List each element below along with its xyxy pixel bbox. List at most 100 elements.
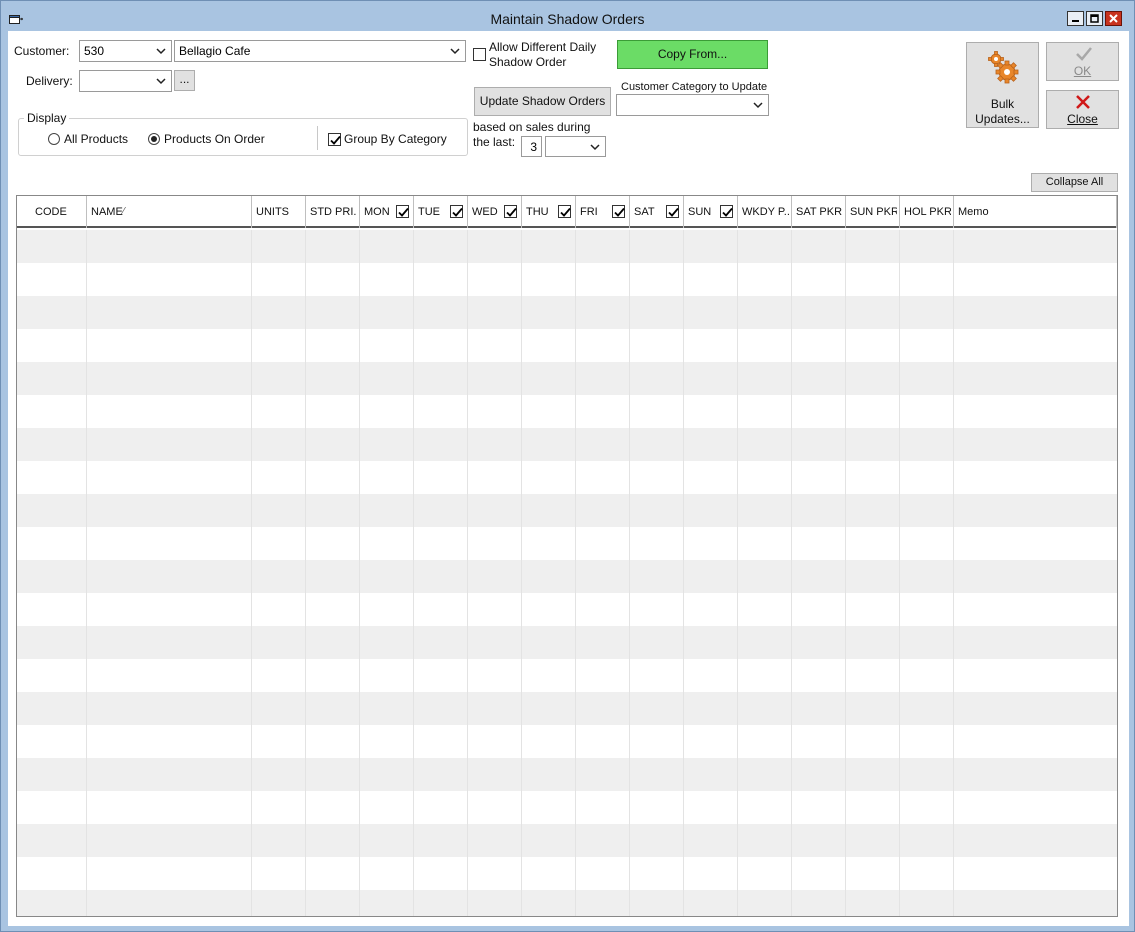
table-row[interactable] <box>17 692 1117 725</box>
customer-name-select[interactable]: Bellagio Cafe <box>174 40 466 62</box>
column-sat-checkbox[interactable] <box>666 205 679 218</box>
close-icon <box>1109 14 1118 23</box>
grid-column-divider <box>683 230 684 916</box>
column-header-label: SUN PKR <box>850 206 897 218</box>
all-products-radio[interactable] <box>48 133 60 145</box>
bulk-updates-button[interactable]: Bulk Updates... <box>966 42 1039 128</box>
ok-button[interactable]: OK <box>1046 42 1119 81</box>
table-row[interactable] <box>17 362 1117 395</box>
table-row[interactable] <box>17 626 1117 659</box>
column-header-label: Memo <box>958 206 989 218</box>
grid-column-divider <box>791 230 792 916</box>
column-header-std_price[interactable]: STD PRI... <box>306 196 360 228</box>
column-header-label: CODE <box>35 206 67 218</box>
table-row[interactable] <box>17 791 1117 824</box>
products-on-order-radio[interactable] <box>148 133 160 145</box>
grid-column-divider <box>305 230 306 916</box>
title-bar: Maintain Shadow Orders <box>1 1 1134 31</box>
table-row[interactable] <box>17 461 1117 494</box>
client-area: Customer: 530 Bellagio Cafe Delivery: ..… <box>8 31 1129 926</box>
table-row[interactable] <box>17 824 1117 857</box>
minimize-button[interactable] <box>1067 11 1084 26</box>
window-title: Maintain Shadow Orders <box>490 11 645 27</box>
column-header-code[interactable]: CODE <box>17 196 87 228</box>
customer-category-select[interactable] <box>616 94 769 116</box>
column-header-sun_pkr[interactable]: SUN PKR <box>846 196 900 228</box>
customer-code-select[interactable]: 530 <box>79 40 172 62</box>
table-row[interactable] <box>17 560 1117 593</box>
column-header-tue[interactable]: TUE <box>414 196 468 228</box>
column-header-wkdy_p[interactable]: WKDY P... <box>738 196 792 228</box>
table-row[interactable] <box>17 296 1117 329</box>
column-header-label: THU <box>526 206 549 218</box>
grid-column-divider <box>413 230 414 916</box>
allow-different-checkbox[interactable] <box>473 48 486 61</box>
column-header-wed[interactable]: WED <box>468 196 522 228</box>
grid-column-divider <box>737 230 738 916</box>
column-header-sun[interactable]: SUN <box>684 196 738 228</box>
table-row[interactable] <box>17 527 1117 560</box>
column-header-fri[interactable]: FRI <box>576 196 630 228</box>
copy-from-button[interactable]: Copy From... <box>617 40 768 69</box>
table-row[interactable] <box>17 593 1117 626</box>
column-header-label: SAT PKR <box>796 206 843 218</box>
column-header-mon[interactable]: MON <box>360 196 414 228</box>
window-close-button[interactable] <box>1105 11 1122 26</box>
column-header-label: MON <box>364 206 390 218</box>
grid-header: CODE NAME⁄ UNITS STD PRI... MON TUE WED THU FRI S… <box>17 196 1117 228</box>
based-on-period-select[interactable] <box>545 136 606 157</box>
delivery-select[interactable] <box>79 70 172 92</box>
table-row[interactable] <box>17 395 1117 428</box>
table-row[interactable] <box>17 725 1117 758</box>
maximize-button[interactable] <box>1086 11 1103 26</box>
update-shadow-orders-button[interactable]: Update Shadow Orders <box>474 87 611 116</box>
table-row[interactable] <box>17 329 1117 362</box>
close-label: Close <box>1067 112 1098 126</box>
table-row[interactable] <box>17 494 1117 527</box>
table-row[interactable] <box>17 659 1117 692</box>
group-by-category-checkbox[interactable] <box>328 133 341 146</box>
bulk-label-line1: Bulk <box>990 97 1015 111</box>
delivery-browse-button[interactable]: ... <box>174 70 195 91</box>
table-row[interactable] <box>17 263 1117 296</box>
column-header-sat[interactable]: SAT <box>630 196 684 228</box>
collapse-all-button[interactable]: Collapse All <box>1031 173 1118 192</box>
column-header-thu[interactable]: THU <box>522 196 576 228</box>
group-by-category-label: Group By Category <box>344 132 447 146</box>
based-on-count-input[interactable]: 3 <box>521 136 542 157</box>
table-row[interactable] <box>17 857 1117 890</box>
column-header-label: WKDY P... <box>742 206 789 218</box>
column-thu-checkbox[interactable] <box>558 205 571 218</box>
column-tue-checkbox[interactable] <box>450 205 463 218</box>
column-header-memo[interactable]: Memo <box>954 196 1117 228</box>
window: Maintain Shadow Orders Customer: 530 Bel… <box>0 0 1135 932</box>
shadow-orders-grid[interactable]: CODE NAME⁄ UNITS STD PRI... MON TUE WED THU FRI S… <box>16 195 1118 917</box>
column-wed-checkbox[interactable] <box>504 205 517 218</box>
table-row[interactable] <box>17 758 1117 791</box>
chevron-down-icon <box>450 48 460 55</box>
table-row[interactable] <box>17 428 1117 461</box>
checkmark-icon <box>560 207 571 217</box>
based-on-line2: the last: <box>473 135 516 149</box>
column-mon-checkbox[interactable] <box>396 205 409 218</box>
close-x-icon <box>1076 95 1090 109</box>
column-header-units[interactable]: UNITS <box>252 196 306 228</box>
based-on-line1: based on sales during <box>473 120 591 134</box>
grid-column-divider <box>629 230 630 916</box>
column-header-hol_pkr[interactable]: HOL PKR <box>900 196 954 228</box>
grid-column-divider <box>899 230 900 916</box>
column-header-label: TUE <box>418 206 440 218</box>
radio-selected-dot <box>151 136 157 142</box>
chevron-down-icon <box>590 144 600 151</box>
column-sun-checkbox[interactable] <box>720 205 733 218</box>
column-fri-checkbox[interactable] <box>612 205 625 218</box>
column-header-sat_pkr[interactable]: SAT PKR <box>792 196 846 228</box>
chevron-down-icon <box>156 78 166 85</box>
checkmark-icon <box>668 207 679 217</box>
close-button[interactable]: Close <box>1046 90 1119 129</box>
table-row[interactable] <box>17 890 1117 916</box>
grid-column-divider <box>575 230 576 916</box>
table-row[interactable] <box>17 230 1117 263</box>
products-on-order-label: Products On Order <box>164 132 265 146</box>
column-header-name[interactable]: NAME ⁄ <box>87 196 252 228</box>
